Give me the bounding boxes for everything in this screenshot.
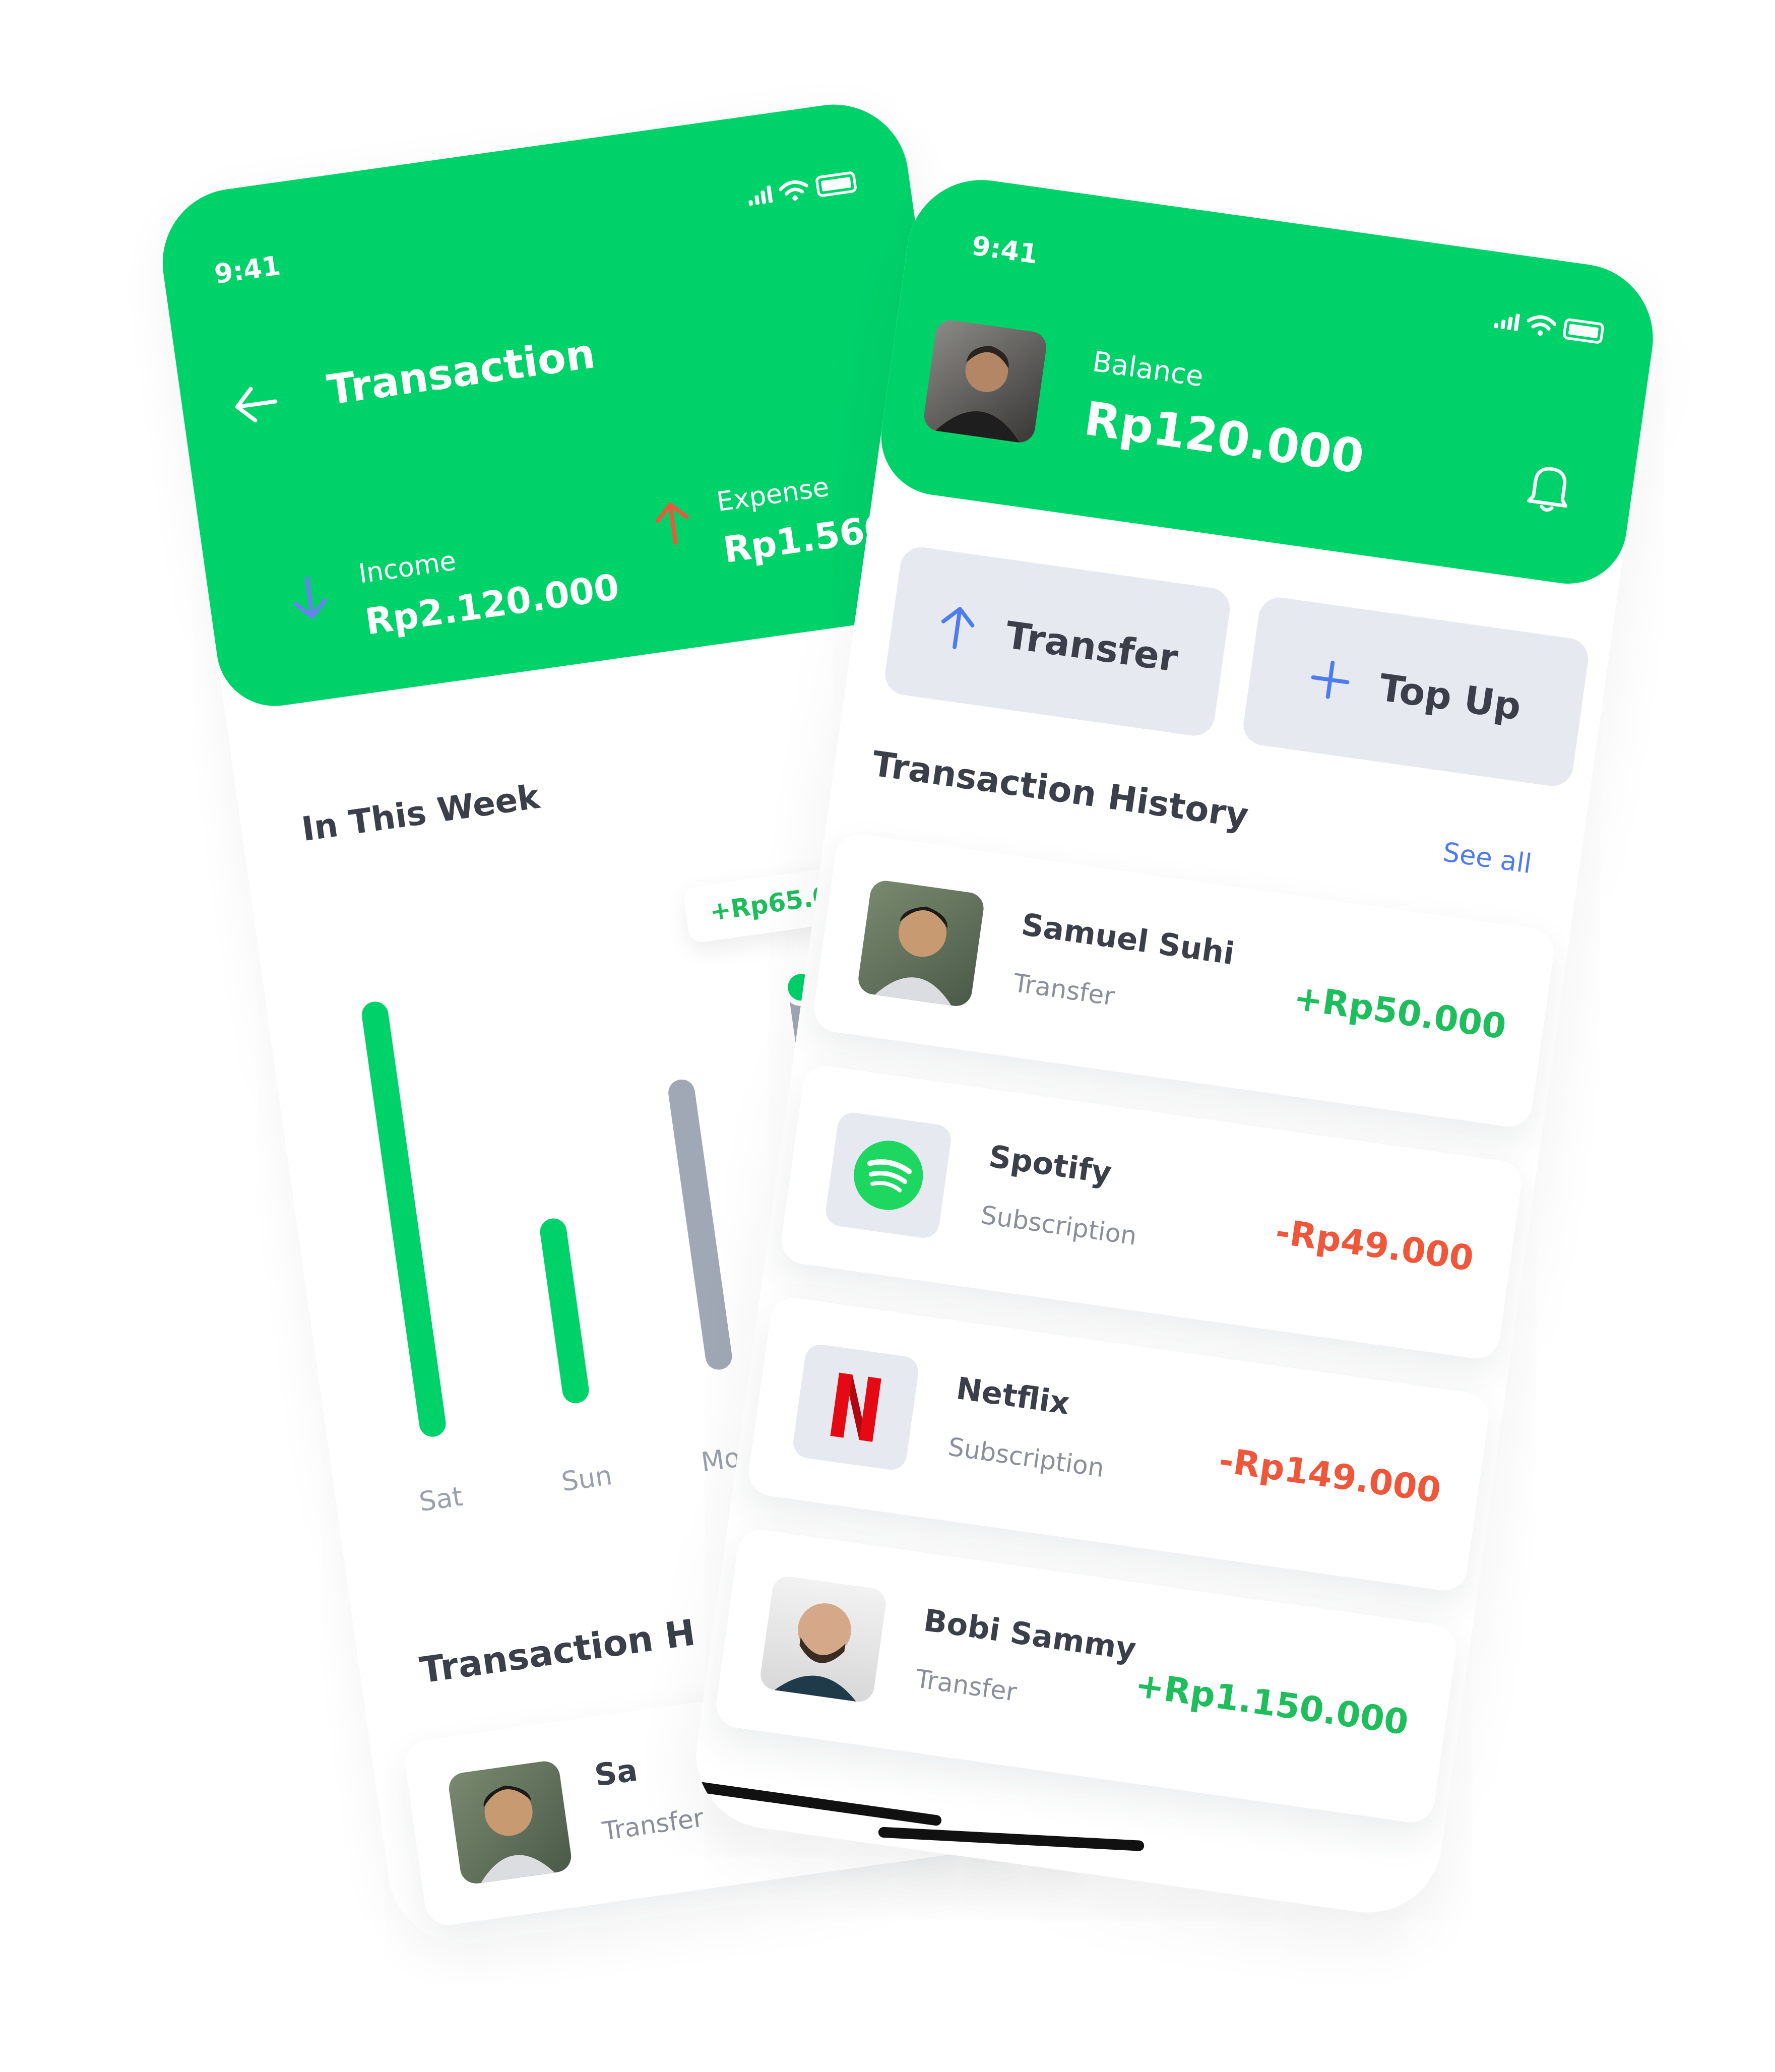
transaction-name: Samuel Suhi (1019, 908, 1237, 973)
day-label-sun: Sun (559, 1459, 614, 1498)
chart-bar-mon (666, 1078, 734, 1371)
mockup-scene: 9:41 Transaction Income Rp2.120.000 Expe… (0, 0, 1775, 2072)
transaction-name: Spotify (986, 1140, 1114, 1192)
status-time: 9:41 (970, 229, 1040, 270)
see-all-link[interactable]: See all (1441, 836, 1534, 880)
transfer-label: Transfer (1002, 612, 1181, 680)
arrow-up-icon (941, 607, 974, 649)
day-label-sat: Sat (417, 1480, 465, 1518)
transaction-amount: -Rp49.000 (1273, 1213, 1476, 1280)
transaction-type: Subscription (946, 1432, 1106, 1484)
balance-label: Balance (1090, 345, 1206, 393)
transaction-type: Transfer (1011, 969, 1116, 1012)
transaction-name: Bobi Sammy (921, 1604, 1138, 1668)
topup-button[interactable]: Top Up (1241, 595, 1591, 789)
transaction-type: Subscription (979, 1201, 1139, 1252)
left-history-type: Transfer (601, 1803, 706, 1847)
transfer-button[interactable]: Transfer (882, 544, 1233, 738)
transaction-amount: -Rp149.000 (1216, 1441, 1443, 1512)
chart-bar-sun (538, 1217, 591, 1405)
balance-amount: Rp120.000 (1081, 393, 1367, 485)
avatar-bobi (758, 1574, 888, 1704)
profile-avatar[interactable] (922, 318, 1049, 445)
avatar-samuel (856, 878, 986, 1008)
signal-icon (1494, 309, 1520, 332)
transaction-amount: +Rp1.150.000 (1132, 1666, 1411, 1744)
battery-icon (1562, 318, 1605, 345)
topup-label: Top Up (1376, 665, 1524, 728)
bell-icon[interactable] (1524, 458, 1576, 517)
status-icons (1494, 308, 1605, 345)
history-title: Transaction History (869, 744, 1251, 837)
plus-icon (1311, 660, 1350, 699)
transaction-name: Netflix (954, 1372, 1072, 1422)
balance-header: 9:41 Balance Rp120.000 (873, 170, 1663, 592)
netflix-icon (791, 1342, 921, 1472)
transaction-type: Transfer (913, 1664, 1019, 1708)
left-history-name: Sa (592, 1753, 640, 1794)
wifi-icon (1527, 315, 1557, 336)
spotify-icon (823, 1110, 954, 1240)
chart-bar-sat (360, 999, 448, 1439)
avatar-samuel (447, 1759, 574, 1886)
transaction-amount: +Rp50.000 (1291, 978, 1509, 1048)
